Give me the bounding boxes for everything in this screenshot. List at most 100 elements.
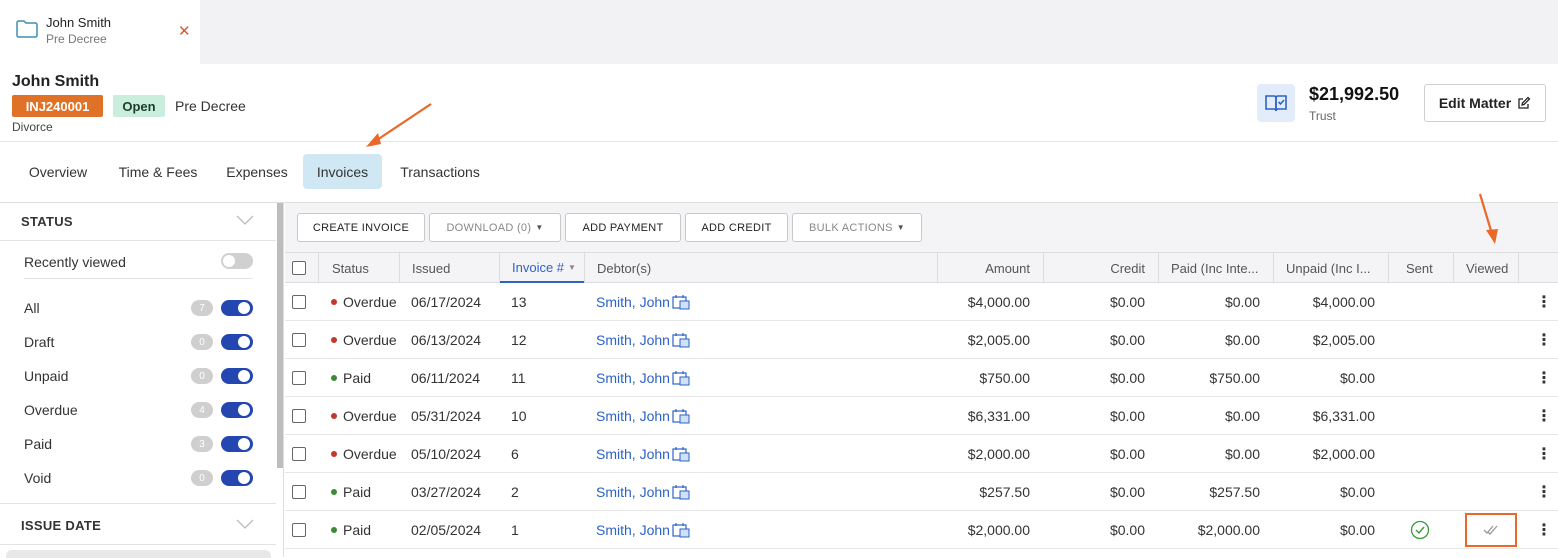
column-viewed[interactable]: Viewed	[1466, 253, 1508, 283]
table-row[interactable]: Overdue 05/10/2024 6 Smith, John $2,000.…	[285, 435, 1558, 473]
debtor-link[interactable]: Smith, John	[596, 408, 670, 424]
filter-toggle-paid[interactable]	[221, 436, 253, 452]
column-status[interactable]: Status	[332, 253, 369, 283]
filter-item-draft: Draft 0	[0, 325, 276, 359]
debtor-link[interactable]: Smith, John	[596, 484, 670, 500]
contact-card-icon[interactable]	[672, 370, 690, 386]
kebab-menu-icon[interactable]: ⋮	[1536, 473, 1552, 511]
viewed-double-check-icon	[1483, 525, 1498, 535]
row-checkbox[interactable]	[292, 371, 306, 385]
status-dot-icon	[331, 337, 337, 343]
amount-cell: $2,000.00	[967, 522, 1030, 538]
select-all-checkbox[interactable]	[292, 261, 306, 275]
contact-card-icon[interactable]	[672, 484, 690, 500]
kebab-menu-icon[interactable]: ⋮	[1536, 359, 1552, 397]
column-amount[interactable]: Amount	[938, 253, 1030, 283]
debtor-link[interactable]: Smith, John	[596, 370, 670, 386]
chevron-down-icon[interactable]	[236, 519, 254, 529]
column-invoice-label: Invoice #	[512, 259, 565, 275]
column-invoice-number[interactable]: Invoice # ▼	[500, 253, 584, 283]
kebab-menu-icon[interactable]: ⋮	[1536, 435, 1552, 473]
viewed-highlight-box	[1465, 513, 1517, 547]
edit-matter-button[interactable]: Edit Matter	[1424, 84, 1546, 122]
row-checkbox[interactable]	[292, 447, 306, 461]
column-sent[interactable]: Sent	[1406, 253, 1433, 283]
contact-card-icon[interactable]	[672, 522, 690, 538]
bulk-actions-button[interactable]: BULK ACTIONS ▼	[792, 213, 922, 242]
add-credit-button[interactable]: ADD CREDIT	[685, 213, 788, 242]
create-invoice-button[interactable]: CREATE INVOICE	[297, 213, 425, 242]
tab-expenses[interactable]: Expenses	[214, 154, 300, 189]
sidebar-scrollbar[interactable]	[277, 203, 283, 468]
amount-cell: $6,331.00	[967, 408, 1030, 424]
add-payment-button[interactable]: ADD PAYMENT	[565, 213, 681, 242]
chevron-down-icon[interactable]	[236, 215, 254, 225]
table-row[interactable]: Overdue 06/17/2024 13 Smith, John $4,000…	[285, 283, 1558, 321]
table-row[interactable]: Paid 02/05/2024 1 Smith, John $2,000.00 …	[285, 511, 1558, 549]
status-text: Overdue	[343, 446, 397, 462]
status-badge: Open	[113, 95, 165, 117]
credit-cell: $0.00	[1109, 332, 1145, 348]
matter-name: John Smith	[12, 73, 100, 90]
filter-toggle-draft[interactable]	[221, 334, 253, 350]
invoice-toolbar: CREATE INVOICE DOWNLOAD (0) ▼ ADD PAYMEN…	[285, 203, 1558, 253]
filter-toggle-all[interactable]	[221, 300, 253, 316]
kebab-menu-icon[interactable]: ⋮	[1536, 321, 1552, 359]
divider	[0, 544, 276, 545]
table-row[interactable]: Paid 06/11/2024 11 Smith, John $750.00 $…	[285, 359, 1558, 397]
tab-time-fees[interactable]: Time & Fees	[106, 154, 210, 189]
tab-invoices[interactable]: Invoices	[303, 154, 382, 189]
table-row[interactable]: Paid 03/27/2024 2 Smith, John $257.50 $0…	[285, 473, 1558, 511]
debtor-link[interactable]: Smith, John	[596, 446, 670, 462]
contact-card-icon[interactable]	[672, 332, 690, 348]
sent-cell	[1410, 511, 1430, 549]
invoice-number-cell[interactable]: 12	[511, 321, 527, 359]
row-checkbox[interactable]	[292, 485, 306, 499]
status-cell: Overdue	[331, 435, 397, 473]
status-cell: Overdue	[331, 397, 397, 435]
invoice-number-cell[interactable]: 13	[511, 283, 527, 321]
tab-transactions[interactable]: Transactions	[386, 154, 494, 189]
invoice-number-cell[interactable]: 6	[511, 435, 519, 473]
row-checkbox[interactable]	[292, 523, 306, 537]
contact-card-icon[interactable]	[672, 446, 690, 462]
table-row[interactable]: Overdue 05/31/2024 10 Smith, John $6,331…	[285, 397, 1558, 435]
column-issued[interactable]: Issued	[412, 253, 450, 283]
table-row[interactable]: Overdue 06/13/2024 12 Smith, John $2,005…	[285, 321, 1558, 359]
filter-item-overdue: Overdue 4	[0, 393, 276, 427]
row-checkbox[interactable]	[292, 295, 306, 309]
debtor-link[interactable]: Smith, John	[596, 522, 670, 538]
filter-toggle-overdue[interactable]	[221, 402, 253, 418]
filter-toggle-void[interactable]	[221, 470, 253, 486]
column-debtors[interactable]: Debtor(s)	[597, 253, 651, 283]
row-checkbox[interactable]	[292, 333, 306, 347]
debtor-link[interactable]: Smith, John	[596, 294, 670, 310]
invoice-number-cell[interactable]: 10	[511, 397, 527, 435]
column-credit[interactable]: Credit	[1044, 253, 1145, 283]
contact-card-icon[interactable]	[672, 408, 690, 424]
status-text: Paid	[343, 522, 372, 538]
recently-viewed-toggle[interactable]	[221, 253, 253, 269]
column-unpaid[interactable]: Unpaid (Inc I...	[1286, 253, 1388, 283]
contact-card-icon[interactable]	[672, 294, 690, 310]
close-icon[interactable]: ✕	[178, 22, 191, 40]
download-button[interactable]: DOWNLOAD (0) ▼	[429, 213, 561, 242]
debtor-link[interactable]: Smith, John	[596, 332, 670, 348]
column-paid[interactable]: Paid (Inc Inte...	[1171, 253, 1273, 283]
tab-overview[interactable]: Overview	[14, 154, 102, 189]
row-checkbox[interactable]	[292, 409, 306, 423]
invoice-number-cell[interactable]: 11	[511, 359, 526, 397]
kebab-menu-icon[interactable]: ⋮	[1536, 397, 1552, 435]
kebab-menu-icon[interactable]: ⋮	[1536, 511, 1552, 549]
filter-item-void: Void 0	[0, 461, 276, 495]
credit-cell: $0.00	[1109, 446, 1145, 462]
document-tab[interactable]: John Smith Pre Decree ✕	[0, 0, 200, 64]
invoice-number-cell[interactable]: 2	[511, 473, 519, 511]
column-divider	[1518, 253, 1519, 283]
status-section-title: STATUS	[21, 214, 73, 229]
invoice-number-cell[interactable]: 1	[511, 511, 519, 549]
filter-toggle-unpaid[interactable]	[221, 368, 253, 384]
caret-down-icon: ▼	[535, 223, 544, 232]
kebab-menu-icon[interactable]: ⋮	[1536, 283, 1552, 321]
count-badge: 7	[191, 300, 213, 316]
